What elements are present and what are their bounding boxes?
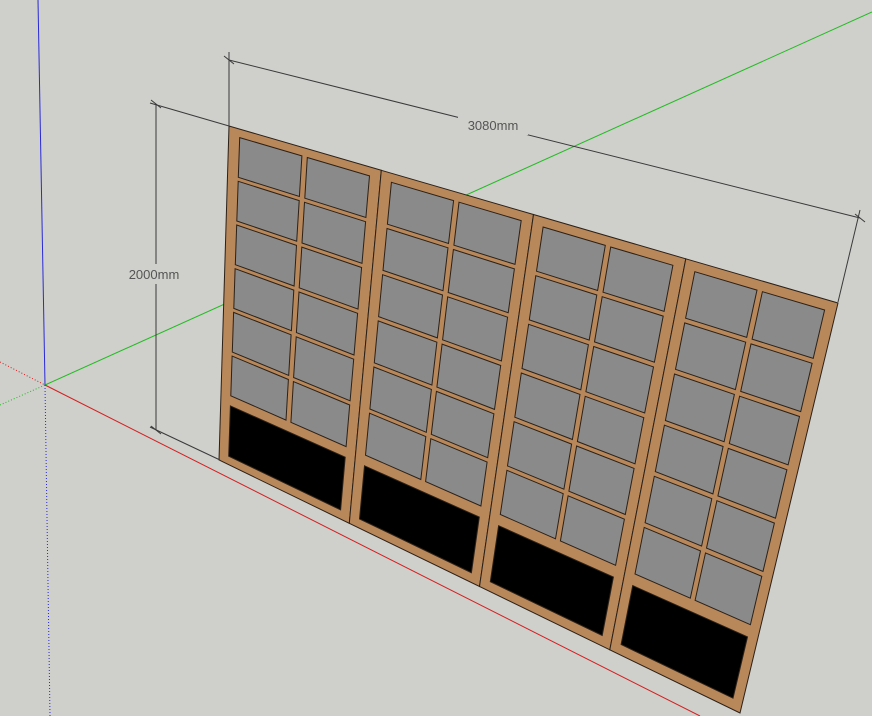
dimension-width-extension-right — [837, 209, 861, 303]
blue-axis-hidden — [44, 384, 51, 716]
3d-viewport[interactable]: 3080mm 2000mm — [0, 0, 872, 716]
green-axis-hidden — [0, 384, 46, 406]
dimension-height-extension-top — [149, 102, 230, 127]
dimension-width-label: 3080mm — [468, 118, 519, 133]
dimension-height-label: 2000mm — [129, 267, 180, 282]
blue-axis — [37, 0, 46, 386]
dimension-height[interactable]: 2000mm — [120, 99, 230, 461]
dimension-width-tick-right — [854, 213, 866, 223]
shoji-screen-model[interactable] — [218, 125, 839, 714]
red-axis-hidden — [0, 361, 46, 386]
